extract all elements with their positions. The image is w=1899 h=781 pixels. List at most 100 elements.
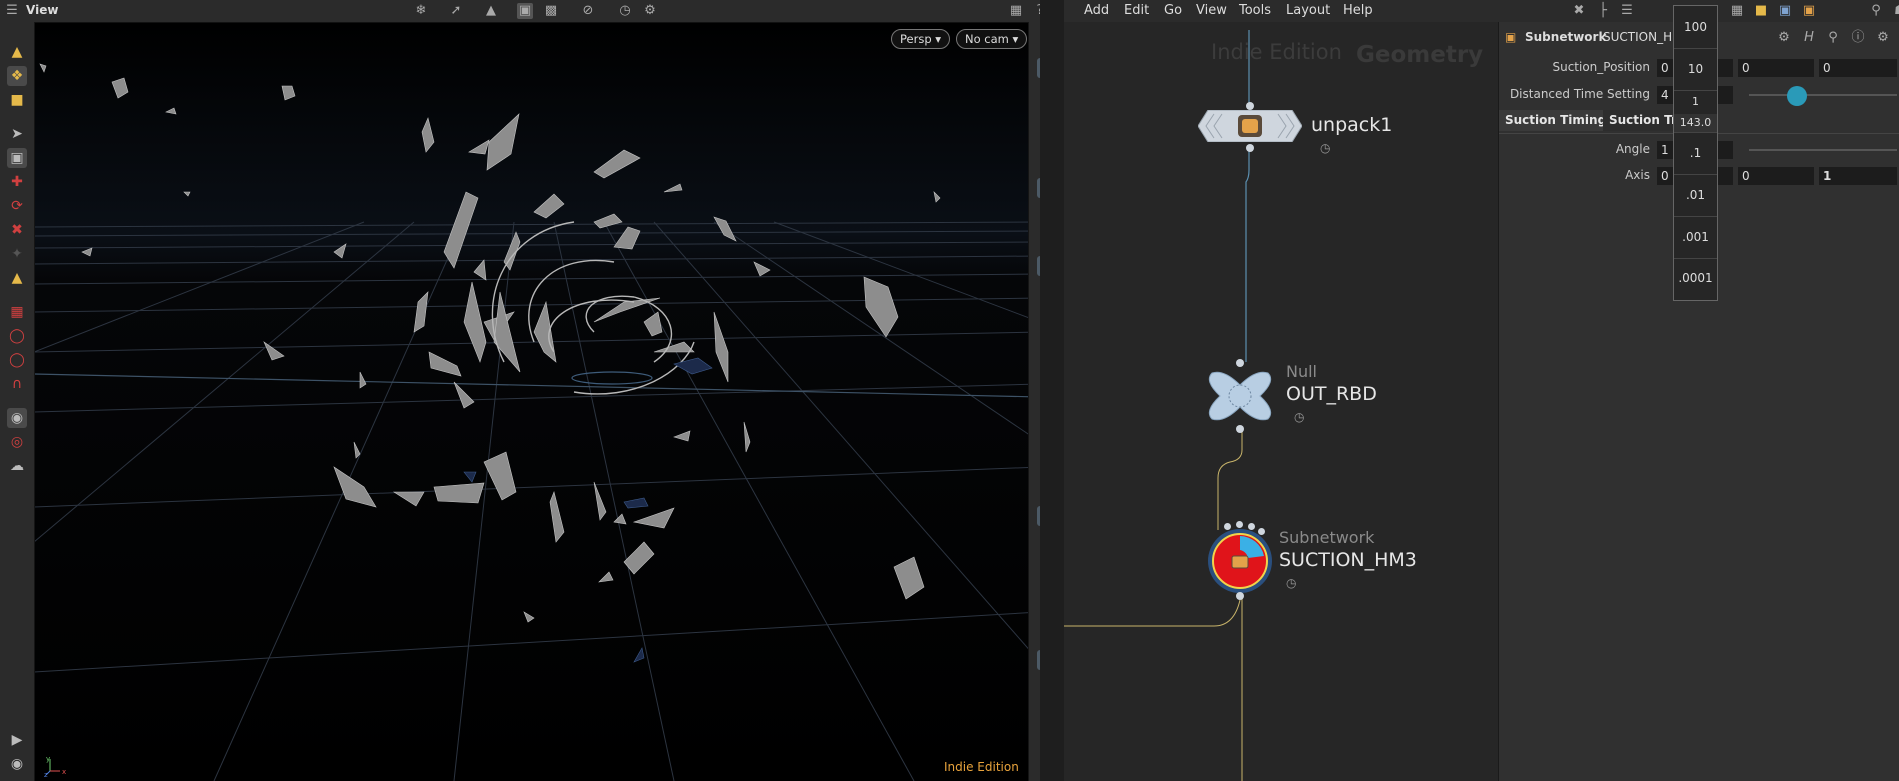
distanced-time-slider-track[interactable] [1749,94,1897,96]
ladder-step-0-001[interactable]: .001 [1674,216,1717,259]
ladder-step-0-0001[interactable]: .0001 [1674,258,1717,299]
tab-suction-timing[interactable]: Suction Timing [1499,110,1613,131]
wrench-icon[interactable]: ✖ [1571,3,1587,19]
paint-icon[interactable]: ❖ [7,66,27,86]
home-icon[interactable]: ☗ [1892,3,1899,19]
cloud-icon[interactable]: ☁ [7,456,27,476]
rotate-icon[interactable]: ⟳ [7,196,27,216]
search-icon[interactable]: ⚲ [1825,30,1841,46]
asset-icon[interactable]: ▣ [1801,3,1817,19]
menu-tools[interactable]: Tools [1239,3,1271,18]
stop-icon[interactable]: ⊘ [580,3,596,19]
value-ladder-popup[interactable]: 100 10 1 143.0 .1 .01 .001 .0001 [1673,5,1718,301]
viewport-scene[interactable] [34,22,1040,781]
light-bulb-icon[interactable]: ⚲ [1037,690,1040,710]
input-connector-4[interactable] [1258,528,1265,535]
diamond-icon[interactable]: ◆ [1037,554,1040,574]
scale-icon[interactable]: ✖ [7,220,27,240]
scene-viewport[interactable]: ☰ View ❄ ➚ ▲ ▣ ▩ ⊘ ◷ ⚙ ▦ ? Persp ▾ No ca… [0,0,1040,781]
node-label-unpack1[interactable]: unpack1 [1311,114,1392,136]
flipbook-icon[interactable]: ▶ [7,730,27,750]
node-suction-hm3[interactable] [1204,521,1276,600]
edge-icon[interactable]: ∟ [1037,478,1040,498]
image-icon[interactable]: ▣ [1777,3,1793,19]
output-connector[interactable] [1236,592,1244,600]
node-label-suction-hm3[interactable]: SUCTION_HM3 [1279,549,1417,571]
lighting-icon[interactable]: ◉ [1037,178,1040,198]
map-icon[interactable]: ▦ [1037,578,1040,598]
help-h-icon[interactable]: H [1801,30,1817,46]
network-editor[interactable]: Indie Edition Geometry unpack1 ◷ Null OU… [1064,0,1498,781]
vector-icon[interactable]: ➚ [1037,382,1040,402]
no-cam-dropdown[interactable]: No cam ▾ [956,29,1028,49]
visibility-icon[interactable]: ◉ [1037,58,1040,78]
shade-icon[interactable]: ● [1037,154,1040,174]
input-connector[interactable] [1236,359,1244,367]
menu-help[interactable]: Help [1343,3,1373,18]
headlight-icon[interactable]: ⚲ [1037,202,1040,222]
suction-position-y-field[interactable]: 0 [1738,59,1814,77]
snap-grid-icon[interactable]: ▦ [7,302,27,322]
background-icon[interactable]: ▣ [1037,650,1040,670]
more-options-icon[interactable]: ⚙ [1875,30,1891,46]
menu-go[interactable]: Go [1164,3,1182,18]
particle-icon[interactable]: ✦ [1037,602,1040,622]
mask-icon[interactable]: ◉ [1037,304,1040,324]
normal-icon[interactable]: ➚ [1037,358,1040,378]
pane-menu-icon[interactable]: ☰ [4,3,20,19]
tree-icon[interactable]: ├ [1595,3,1611,19]
ladder-step-1[interactable]: 1 [1674,90,1717,115]
node-label-out-rbd[interactable]: OUT_RBD [1286,383,1377,405]
ladder-step-100[interactable]: 100 [1674,6,1717,49]
camera-icon[interactable]: ◎ [7,432,27,452]
handle-icon[interactable]: ✦ [7,244,27,264]
alarm-icon[interactable]: ◷ [617,3,633,19]
light-icon[interactable]: ◯ [1037,130,1040,150]
menu-edit[interactable]: Edit [1124,3,1149,18]
point-icon[interactable]: • [1037,334,1040,354]
angle-slider-track[interactable] [1749,149,1897,151]
view-tool-icon[interactable]: ◉ [7,408,27,428]
pick-icon[interactable]: ➚ [448,3,464,19]
menu-view[interactable]: View [1196,3,1227,18]
lock-icon[interactable]: ▣ [7,148,27,168]
param-header-name[interactable]: SUCTION_H [1603,30,1672,44]
node-flag-icon[interactable]: ◷ [1286,576,1296,590]
select-mode-icon[interactable]: ❄ [413,3,429,19]
lock-view-icon[interactable]: ▣ [1037,106,1040,126]
input-connector-3[interactable] [1248,523,1255,530]
axis-z-field[interactable]: 1 [1819,167,1897,185]
location-icon[interactable]: ⚲ [1037,226,1040,246]
snap-point-icon[interactable]: ◯ [7,326,27,346]
input-connector-1[interactable] [1224,523,1231,530]
ladder-step-0-01[interactable]: .01 [1674,174,1717,217]
settings-gear-icon[interactable]: ⚙ [642,3,658,19]
template-icon[interactable]: ▾ [1037,82,1040,102]
ladder-step-10[interactable]: 10 [1674,48,1717,91]
brush-icon[interactable]: ▲ [7,42,27,62]
gear-icon[interactable]: ⚙ [1776,30,1792,46]
point-number-icon[interactable]: 12 [1037,406,1040,426]
node-out-rbd[interactable] [1204,359,1276,433]
render-icon[interactable]: ◉ [7,754,27,774]
select-arrow-icon[interactable]: ➤ [7,124,27,144]
node-flag-icon[interactable]: ◷ [1294,410,1304,424]
prim-icon[interactable]: ▲ [1037,430,1040,450]
search-icon[interactable]: ⚲ [1868,3,1884,19]
input-connector[interactable] [1246,102,1254,110]
uv-icon[interactable]: ➚ [1037,506,1040,526]
grid-view-icon[interactable]: ▦ [1729,3,1745,19]
output-connector[interactable] [1236,425,1244,433]
axis-y-field[interactable]: 0 [1738,167,1814,185]
persp-camera-dropdown[interactable]: Persp ▾ [891,29,951,49]
snapshot-icon[interactable]: ▣ [517,3,533,19]
snap-curve-icon[interactable]: ◯ [7,350,27,370]
display-options-icon[interactable]: ▣ [1037,626,1040,646]
output-connector[interactable] [1246,144,1254,152]
menu-layout[interactable]: Layout [1286,3,1330,18]
transform-icon[interactable]: ▲ [483,3,499,19]
layout-icon[interactable]: ▦ [1008,3,1024,19]
suction-position-z-field[interactable]: 0 [1819,59,1897,77]
camera-view-icon[interactable]: ▣ [1037,256,1040,276]
pose-icon[interactable]: ▲ [7,268,27,288]
